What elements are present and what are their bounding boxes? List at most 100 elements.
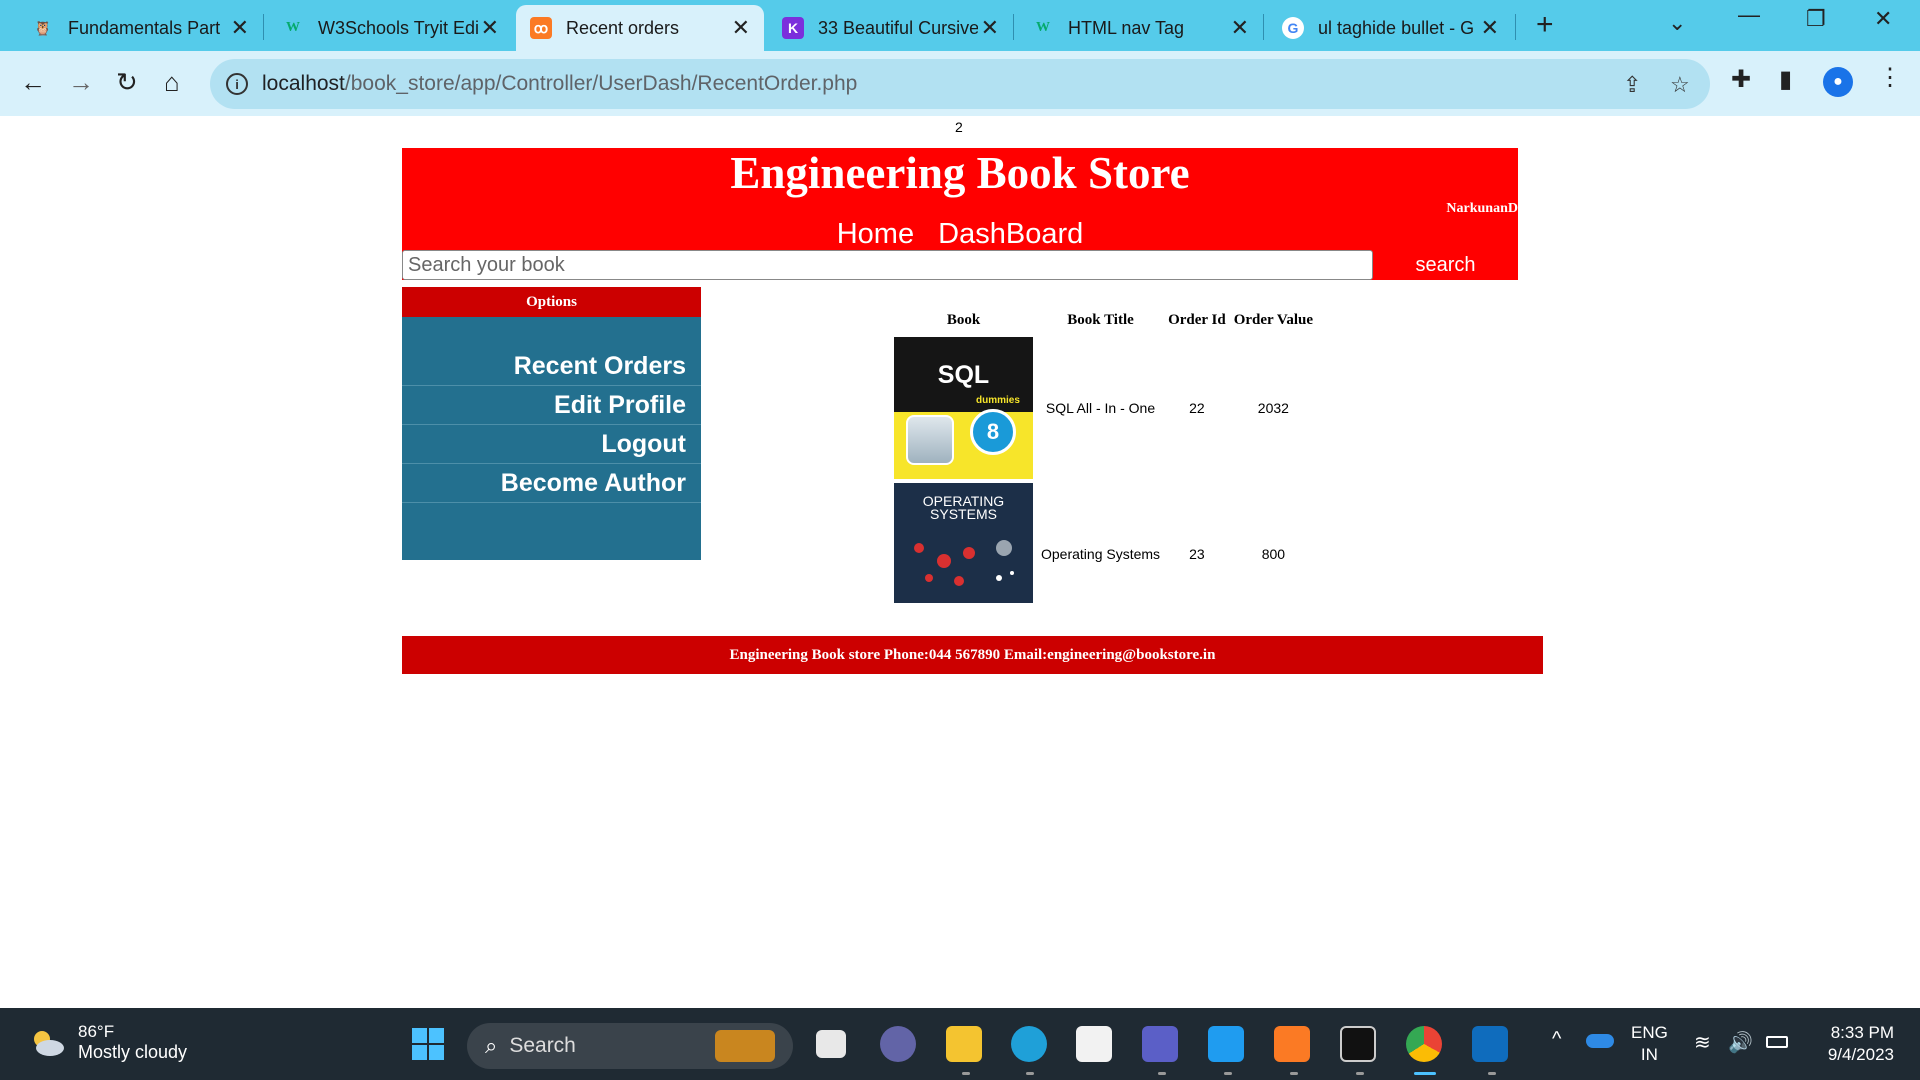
wifi-icon[interactable]: ≋ [1694,1030,1711,1055]
menu-kebab-icon[interactable]: ⋮ [1878,63,1902,92]
tab-separator [1515,14,1516,40]
column-header-order-id: Order Id [1168,311,1226,328]
running-indicator [1158,1072,1166,1075]
language-region: IN [1640,1045,1658,1064]
chrome-icon[interactable] [1406,1026,1442,1062]
nav-home-link[interactable]: Home [837,218,914,250]
tab-search-icon[interactable]: ⌄ [1668,10,1686,36]
mysql-terminal-icon[interactable] [1340,1026,1376,1062]
battery-icon[interactable] [1766,1036,1788,1048]
sidebar-item-recent-orders[interactable]: Recent Orders [402,347,701,386]
tab-title: 33 Beautiful Cursive [818,17,978,38]
sidebar-item-become-author[interactable]: Become Author [402,464,701,503]
taskbar-search-box[interactable]: ⌕ Search [467,1023,793,1069]
clock-time: 8:33 PM [1830,1023,1894,1042]
reload-icon[interactable]: ↻ [116,67,138,97]
book-title-cell: Operating Systems [1041,546,1161,562]
close-icon[interactable]: ✕ [231,17,249,39]
url-text: localhost/book_store/app/Controller/User… [262,72,857,96]
language-indicator[interactable]: ENG IN [1631,1022,1668,1066]
cloudy-weather-icon [28,1029,66,1057]
browser-tab-strip: 🦉 Fundamentals Part ✕ W W3Schools Tryit … [0,0,1920,51]
bookmark-star-icon[interactable]: ☆ [1670,72,1690,98]
w3schools-icon: W [286,20,300,35]
address-bar[interactable]: i localhost/book_store/app/Controller/Us… [210,59,1710,109]
owl-icon: 🦉 [34,19,52,36]
chat-icon[interactable] [880,1026,916,1062]
volume-icon[interactable]: 🔊 [1728,1030,1753,1055]
tab-title: Recent orders [566,17,680,38]
language-code: ENG [1631,1023,1668,1042]
restore-icon[interactable]: ❐ [1806,6,1826,32]
cover-brand-mark: dummies [976,395,1020,406]
book-cover-cell: SQL dummies 8 [890,335,1037,481]
briefcase-icon [715,1030,775,1062]
cover-title: OPERATING SYSTEMS [922,493,1005,522]
site-info-icon[interactable]: i [226,73,248,95]
tab-cursive[interactable]: K 33 Beautiful Cursive ✕ [768,5,1013,51]
tab-recent-orders[interactable]: ꝏ Recent orders ✕ [516,5,764,51]
weather-widget[interactable]: 86°F Mostly cloudy [28,1022,187,1063]
k-icon: K [782,17,804,39]
system-clock[interactable]: 8:33 PM 9/4/2023 [1790,1022,1894,1066]
tab-separator [1013,14,1014,40]
profile-avatar-icon[interactable]: ● [1823,67,1853,97]
windows-start-icon[interactable] [410,1026,446,1062]
microsoft-store-icon[interactable] [1076,1026,1112,1062]
teams-icon[interactable] [1142,1026,1178,1062]
order-value-cell: 2032 [1257,400,1289,416]
book-cover-sql: SQL dummies 8 [894,337,1033,479]
w3schools-icon: W [1036,20,1050,35]
outlook-icon[interactable] [1472,1026,1508,1062]
close-icon[interactable]: ✕ [1231,17,1249,39]
tab-html-nav[interactable]: W HTML nav Tag ✕ [1018,5,1263,51]
tab-google-search[interactable]: G ul taghide bullet - G ✕ [1268,5,1513,51]
sidebar-item-logout[interactable]: Logout [402,425,701,464]
column-header-title: Book Title [1067,311,1134,328]
close-window-icon[interactable]: ✕ [1874,6,1892,32]
task-view-icon[interactable] [816,1030,846,1058]
home-icon[interactable]: ⌂ [164,67,180,97]
close-icon[interactable]: ✕ [1481,17,1499,39]
tab-title: W3Schools Tryit Edi [318,17,478,38]
side-panel-icon[interactable]: ▮ [1779,65,1792,94]
back-icon[interactable]: ← [20,67,46,97]
tray-overflow-chevron-icon[interactable]: ^ [1552,1028,1561,1051]
search-button[interactable]: search [1373,250,1518,280]
close-icon[interactable]: ✕ [732,17,750,39]
tab-title: ul taghide bullet - G [1318,17,1475,38]
taskbar-search-label: Search [509,1034,576,1057]
active-indicator [1414,1072,1436,1075]
site-header: Engineering Book Store NarkunanD Home Da… [402,148,1518,280]
extensions-puzzle-icon[interactable]: ✚ [1731,65,1751,94]
browser-toolbar: ← → ↻ ⌂ i localhost/book_store/app/Contr… [0,51,1920,116]
table-row: OPERATING SYSTEMS Operating Systems 23 8… [890,481,1317,627]
edge-icon[interactable] [1011,1026,1047,1062]
running-indicator [1290,1072,1298,1075]
search-icon: ⌕ [485,1033,498,1058]
nav-dashboard-link[interactable]: DashBoard [938,218,1083,250]
vscode-icon[interactable] [1208,1026,1244,1062]
tab-fundamentals[interactable]: 🦉 Fundamentals Part ✕ [18,5,263,51]
onedrive-cloud-icon[interactable] [1586,1034,1614,1048]
column-header-book: Book [946,311,981,328]
tab-separator [1263,14,1264,40]
page-content: 2 Engineering Book Store NarkunanD Home … [0,116,1920,1008]
share-icon[interactable]: ⇪ [1623,72,1641,98]
minimize-icon[interactable]: — [1738,2,1760,28]
options-sidebar: Options Recent Orders Edit Profile Logou… [402,287,701,560]
books-badge: 8 [970,409,1016,455]
close-icon[interactable]: ✕ [481,17,499,39]
search-input[interactable] [402,250,1373,280]
close-icon[interactable]: ✕ [981,17,999,39]
tab-w3schools-tryit[interactable]: W W3Schools Tryit Edi ✕ [268,5,513,51]
cover-illustration [914,540,1014,586]
file-explorer-icon[interactable] [946,1026,982,1062]
site-footer: Engineering Book store Phone:044 567890 … [402,636,1543,674]
xampp-icon[interactable] [1274,1026,1310,1062]
cover-title: SQL [937,361,990,389]
new-tab-button[interactable]: + [1536,8,1554,42]
forward-icon[interactable]: → [68,67,94,97]
counter-text: 2 [955,119,963,135]
sidebar-item-edit-profile[interactable]: Edit Profile [402,386,701,425]
